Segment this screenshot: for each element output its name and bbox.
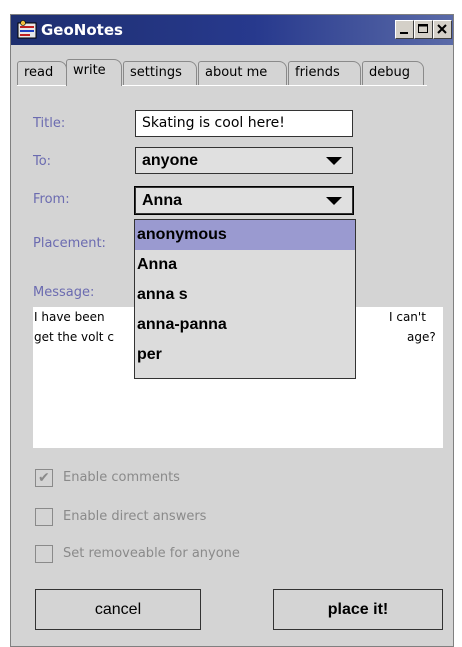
geonotes-window: GeoNotes read write settings about me fr… xyxy=(10,14,454,647)
title-label: Title: xyxy=(33,116,66,131)
from-select-value: Anna xyxy=(142,192,182,209)
to-label: To: xyxy=(33,154,52,169)
close-icon xyxy=(437,24,447,34)
from-label: From: xyxy=(33,192,70,207)
enable-direct-answers-checkbox[interactable] xyxy=(35,508,53,526)
tab-settings[interactable]: settings xyxy=(123,61,197,85)
window-title: GeoNotes xyxy=(41,21,123,39)
enable-direct-answers-label: Enable direct answers xyxy=(63,509,207,524)
dropdown-option-anna[interactable]: Anna xyxy=(135,250,355,280)
chevron-down-icon[interactable] xyxy=(326,197,342,205)
from-select[interactable]: Anna xyxy=(134,186,354,215)
tab-debug-label: debug xyxy=(369,65,410,80)
check-icon: ✔ xyxy=(38,470,50,486)
enable-comments-label: Enable comments xyxy=(63,470,180,485)
minimize-icon xyxy=(400,32,408,34)
message-line-1-start: I have been xyxy=(34,310,105,324)
tab-read-label: read xyxy=(24,65,54,80)
app-icon xyxy=(17,20,37,39)
message-line-2-end: age? xyxy=(407,330,436,344)
tab-about-me-label: about me xyxy=(205,65,268,80)
close-button[interactable] xyxy=(433,20,452,39)
tab-write-label: write xyxy=(73,63,106,78)
minimize-button[interactable] xyxy=(395,20,414,39)
dropdown-option-per[interactable]: per xyxy=(135,340,355,370)
title-bar[interactable]: GeoNotes xyxy=(11,15,453,45)
set-removeable-checkbox[interactable] xyxy=(35,545,53,563)
maximize-icon xyxy=(418,24,428,33)
from-dropdown-list: anonymous Anna anna s anna-panna per xyxy=(134,219,356,379)
dropdown-option-anna-s[interactable]: anna s xyxy=(135,280,355,310)
enable-comments-checkbox[interactable]: ✔ xyxy=(35,469,53,487)
dropdown-option-anonymous[interactable]: anonymous xyxy=(135,220,355,250)
to-select[interactable]: anyone xyxy=(135,147,353,174)
set-removeable-label: Set removeable for anyone xyxy=(63,546,240,561)
cancel-button[interactable]: cancel xyxy=(35,589,201,630)
tab-read[interactable]: read xyxy=(17,61,67,85)
tab-about-me[interactable]: about me xyxy=(198,61,287,85)
dropdown-option-anna-panna[interactable]: anna-panna xyxy=(135,310,355,340)
title-input[interactable]: Skating is cool here! xyxy=(135,110,353,137)
tab-friends-label: friends xyxy=(295,65,340,80)
message-line-1-end: I can't xyxy=(389,310,426,324)
placement-label: Placement: xyxy=(33,236,106,251)
place-it-button[interactable]: place it! xyxy=(273,589,443,630)
chevron-down-icon[interactable] xyxy=(326,157,342,165)
tab-friends[interactable]: friends xyxy=(288,61,361,85)
message-label: Message: xyxy=(33,285,95,300)
to-select-value: anyone xyxy=(142,152,199,169)
tab-debug[interactable]: debug xyxy=(362,61,424,85)
tab-settings-label: settings xyxy=(130,65,182,80)
tab-write[interactable]: write xyxy=(66,59,122,86)
maximize-button[interactable] xyxy=(414,20,433,39)
message-line-2-start: get the volt c xyxy=(34,330,114,344)
